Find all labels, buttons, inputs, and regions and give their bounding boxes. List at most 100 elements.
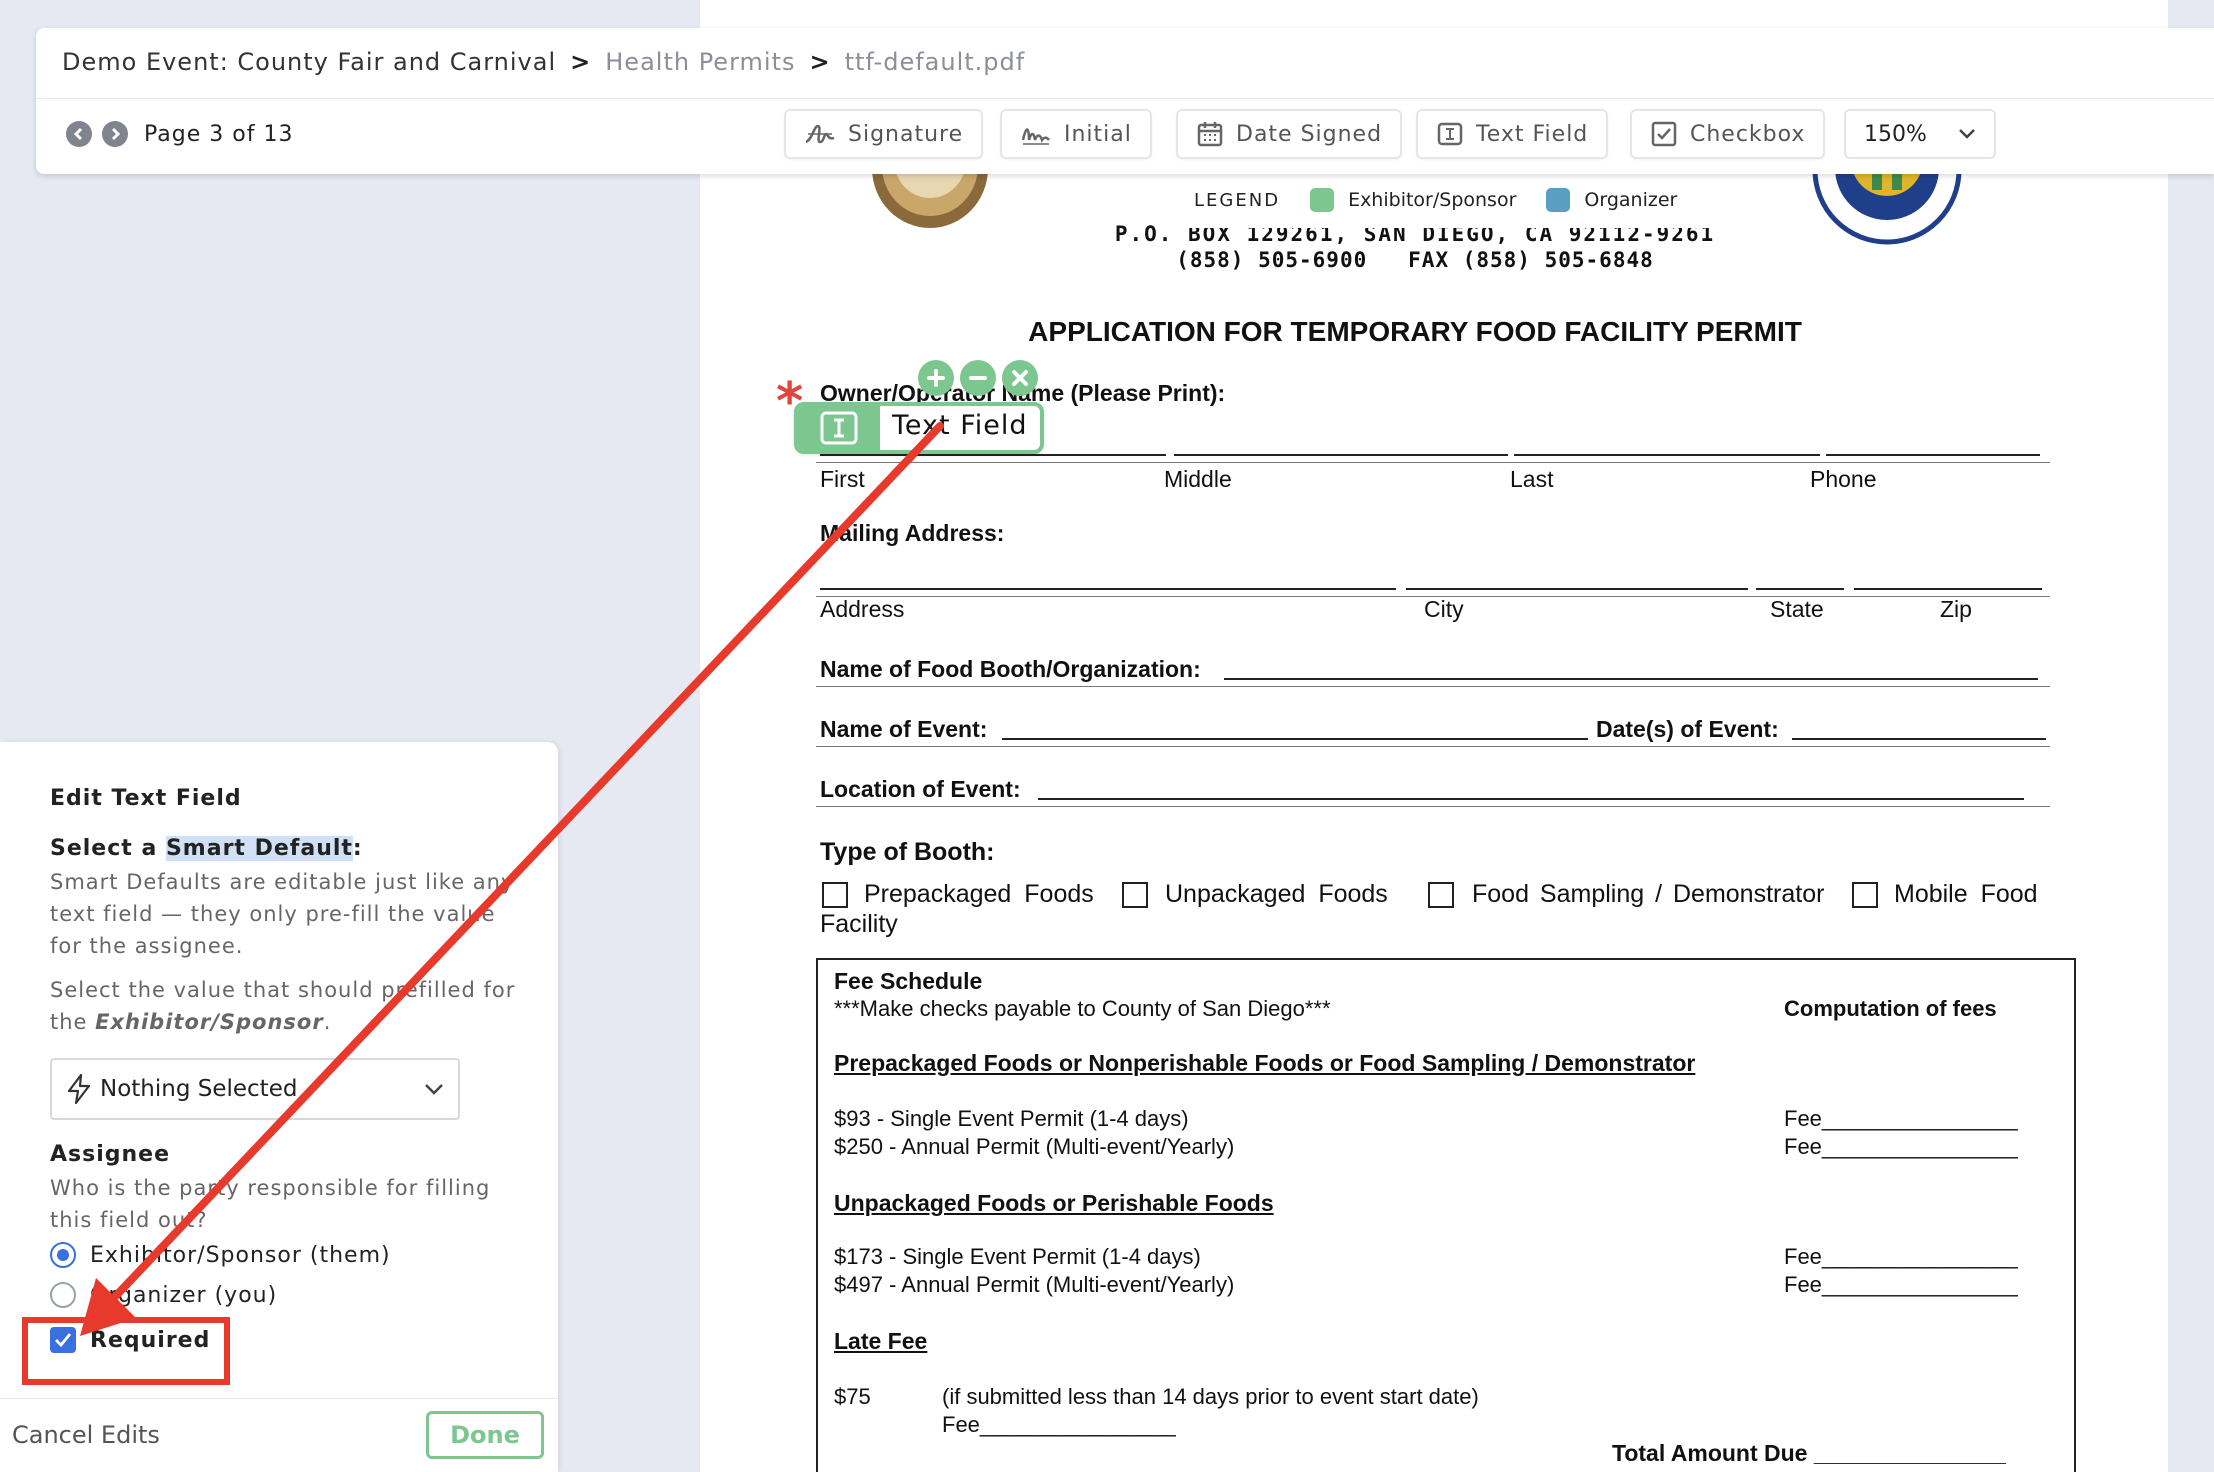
text-field-icon [1437, 122, 1463, 146]
booth-check-unpackaged[interactable] [1122, 882, 1148, 908]
smart-default-prefix: Select a [50, 836, 166, 861]
delete-field-icon[interactable] [1002, 360, 1038, 396]
lightning-icon [67, 1073, 91, 1105]
fee-title: Fee Schedule [834, 968, 983, 994]
label-address: Address [820, 596, 905, 622]
event-dates-label: Date(s) of Event: [1596, 716, 1779, 742]
increase-size-icon[interactable] [918, 360, 954, 396]
address-line-field[interactable] [820, 588, 1396, 590]
breadcrumb-section[interactable]: Health Permits [605, 48, 795, 76]
name-last-line[interactable] [1514, 454, 1820, 456]
booth-check-mobile[interactable] [1852, 882, 1878, 908]
name-first-line[interactable] [820, 454, 1166, 456]
smart-default-heading: Select a Smart Default: [50, 836, 363, 861]
fee-sec2: Unpackaged Foods or Perishable Foods [834, 1190, 1274, 1216]
chevron-down-icon [425, 1084, 443, 1095]
fee-line-4[interactable]: Fee________________ [1784, 1272, 2018, 1298]
date-signed-button[interactable]: Date Signed [1176, 109, 1403, 159]
smart-default-highlight: Smart Default [165, 836, 353, 861]
decrease-size-icon[interactable] [960, 360, 996, 396]
breadcrumb-separator: > [570, 48, 592, 76]
radio-organizer[interactable] [50, 1282, 76, 1308]
booth-opt-prepackaged: Prepackaged Foods [864, 880, 1094, 908]
event-dates-field[interactable] [1792, 738, 2046, 740]
prefill-desc: Select the value that should prefilled f… [50, 974, 520, 1038]
placed-text-field[interactable]: Text Field [794, 402, 1044, 454]
checkbox-button[interactable]: Checkbox [1630, 109, 1826, 159]
fee-line-2[interactable]: Fee________________ [1784, 1134, 2018, 1160]
initial-button[interactable]: Initial [1000, 109, 1152, 159]
fee-line-3[interactable]: Fee________________ [1784, 1244, 2018, 1270]
done-button[interactable]: Done [426, 1411, 544, 1459]
fee-sec1: Prepackaged Foods or Nonperishable Foods… [834, 1050, 1696, 1076]
date-signed-label: Date Signed [1236, 121, 1383, 147]
breadcrumb-event[interactable]: Demo Event: County Fair and Carnival [62, 48, 556, 76]
label-first: First [820, 466, 865, 492]
fee-sec2-item1: $173 - Single Event Permit (1-4 days) [834, 1244, 1201, 1269]
toolbar: Page 3 of 13 Signature Initial Date Sign… [36, 98, 2214, 174]
prefill-desc-suffix: . [323, 1010, 332, 1034]
label-state: State [1770, 596, 1824, 622]
late-fee-line[interactable]: Fee________________ [942, 1412, 1176, 1438]
pdf-page: P.O. BOX 129261, SAN DIEGO, CA 92112-926… [700, 0, 2168, 1472]
name-middle-line[interactable] [1174, 454, 1508, 456]
cancel-edits-link[interactable]: Cancel Edits [12, 1421, 160, 1449]
booth-underline [816, 686, 2050, 687]
booth-check-sampling[interactable] [1428, 882, 1454, 908]
dropdown-value: Nothing Selected [100, 1076, 298, 1102]
event-name-field[interactable] [1002, 738, 1588, 740]
initial-label: Initial [1064, 121, 1132, 147]
booth-check-prepackaged[interactable] [822, 882, 848, 908]
booth-opt-unpackaged: Unpackaged Foods [1165, 880, 1388, 908]
initial-icon [1021, 128, 1051, 145]
next-page-icon[interactable] [102, 121, 128, 147]
signature-icon [805, 124, 835, 144]
state-line-field[interactable] [1756, 588, 1844, 590]
fee-line-1[interactable]: Fee________________ [1784, 1106, 2018, 1132]
zoom-select[interactable]: 150% [1844, 109, 1996, 159]
smart-default-dropdown[interactable]: Nothing Selected [50, 1058, 460, 1120]
prefill-desc-assignee: Exhibitor/Sponsor [95, 1010, 324, 1034]
zip-line-field[interactable] [1854, 588, 2042, 590]
booth-opt-sampling: Food Sampling / Demonstrator [1472, 880, 1825, 908]
placed-text-field-label: Text Field [892, 410, 1028, 441]
legend: LEGEND Exhibitor/Sponsor Organizer [1170, 172, 1790, 228]
smart-default-suffix: : [352, 836, 363, 861]
assignee-option-exhibitor[interactable]: Exhibitor/Sponsor (them) [50, 1242, 391, 1268]
form-title: APPLICATION FOR TEMPORARY FOOD FACILITY … [1028, 316, 1802, 347]
zoom-value: 150% [1864, 121, 1927, 147]
page-indicator: Page 3 of 13 [144, 121, 294, 147]
required-checkbox-row[interactable]: Required [50, 1327, 210, 1353]
assignee-option-organizer[interactable]: Organizer (you) [50, 1282, 277, 1308]
label-city: City [1424, 596, 1464, 622]
assignee-option-organizer-label: Organizer (you) [90, 1282, 278, 1308]
location-underline [816, 806, 2050, 807]
label-phone: Phone [1810, 466, 1877, 492]
legend-title: LEGEND [1194, 189, 1281, 211]
prev-page-icon[interactable] [66, 121, 92, 147]
legend-swatch-exhibitor [1310, 188, 1335, 212]
event-name-label: Name of Event: [820, 716, 988, 742]
city-line-field[interactable] [1406, 588, 1748, 590]
assignee-title: Assignee [50, 1142, 171, 1167]
text-field-label: Text Field [1476, 121, 1589, 147]
checkbox-icon [1651, 121, 1677, 147]
label-last: Last [1510, 466, 1554, 492]
radio-exhibitor[interactable] [50, 1242, 76, 1268]
assignee-option-exhibitor-label: Exhibitor/Sponsor (them) [90, 1242, 391, 1268]
mailing-label: Mailing Address: [820, 520, 1005, 546]
text-field-button[interactable]: Text Field [1416, 109, 1609, 159]
required-checkbox[interactable] [50, 1327, 76, 1353]
name-phone-line[interactable] [1826, 454, 2040, 456]
breadcrumb-separator: > [809, 48, 831, 76]
booth-name-field[interactable] [1224, 678, 2038, 680]
panel-footer: Cancel Edits Done [0, 1398, 558, 1472]
checkbox-label: Checkbox [1690, 121, 1806, 147]
location-field[interactable] [1038, 798, 2024, 800]
pager: Page 3 of 13 [66, 121, 293, 147]
name-underline [816, 462, 2050, 463]
signature-button[interactable]: Signature [784, 109, 984, 159]
assignee-desc: Who is the party responsible for filling… [50, 1176, 491, 1232]
signature-label: Signature [848, 121, 964, 147]
fee-computation: Computation of fees [1784, 996, 1997, 1021]
